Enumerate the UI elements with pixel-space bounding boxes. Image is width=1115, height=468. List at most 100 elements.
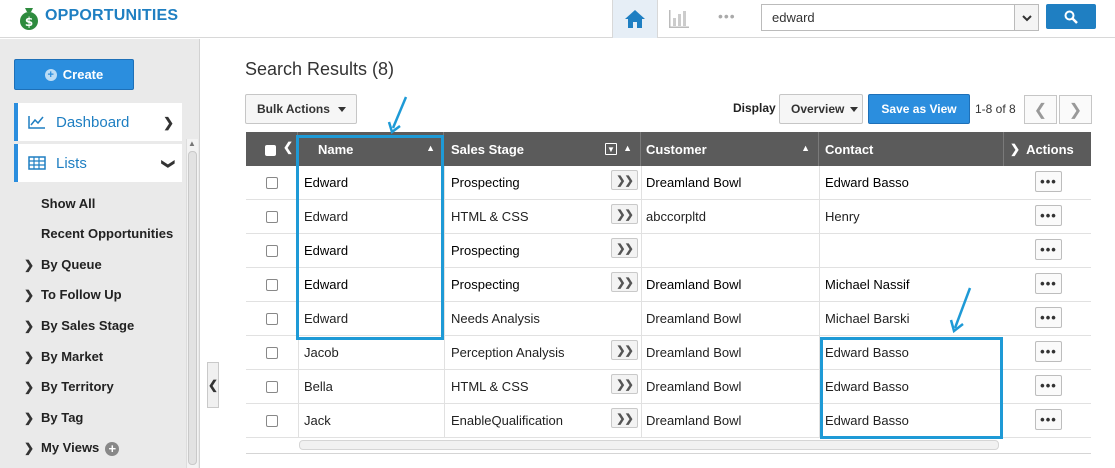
chevron-right-icon[interactable]: ❯ bbox=[1010, 142, 1020, 156]
chevron-right-icon: ❯ bbox=[24, 319, 35, 333]
column-divider bbox=[641, 166, 642, 438]
row-checkbox[interactable] bbox=[266, 177, 278, 189]
column-header-contact[interactable]: Contact bbox=[819, 132, 1004, 166]
row-actions-button[interactable]: ••• bbox=[1035, 375, 1062, 396]
sidebar-item-lists[interactable]: Lists ❯ bbox=[14, 144, 182, 182]
column-divider bbox=[444, 166, 445, 438]
search-dropdown-button[interactable] bbox=[1014, 5, 1038, 30]
advance-stage-button[interactable]: ❯❯ bbox=[611, 170, 638, 190]
cell-customer[interactable]: abccorpltd bbox=[646, 200, 816, 233]
double-chevron-right-icon: ❯❯ bbox=[616, 242, 633, 255]
row-checkbox[interactable] bbox=[266, 313, 278, 325]
save-as-view-button[interactable]: Save as View bbox=[868, 94, 970, 124]
advance-stage-button[interactable]: ❯❯ bbox=[611, 204, 638, 224]
cell-contact[interactable]: Edward Basso bbox=[825, 166, 1000, 199]
cell-customer[interactable]: Dreamland Bowl bbox=[646, 336, 816, 369]
sidebar-item-dashboard[interactable]: Dashboard ❯ bbox=[14, 103, 182, 141]
scroll-up-icon[interactable]: ▲ bbox=[188, 139, 196, 148]
advance-stage-button[interactable]: ❯❯ bbox=[611, 408, 638, 428]
column-header-sales-stage[interactable]: Sales Stage ▼ ▲ bbox=[444, 132, 641, 166]
table-bottom-border bbox=[246, 453, 1091, 454]
line-chart-icon bbox=[28, 116, 45, 129]
row-actions-button[interactable]: ••• bbox=[1035, 171, 1062, 192]
chevron-down-icon bbox=[1021, 14, 1032, 21]
more-dots-icon: ••• bbox=[1040, 242, 1057, 257]
advance-stage-button[interactable]: ❯❯ bbox=[611, 374, 638, 394]
double-chevron-right-icon: ❯❯ bbox=[616, 378, 633, 391]
cell-sales-stage: HTML & CSS bbox=[451, 209, 529, 224]
cell-customer[interactable]: Dreamland Bowl bbox=[646, 268, 816, 301]
filter-icon[interactable]: ▼ bbox=[605, 143, 617, 155]
row-checkbox[interactable] bbox=[266, 347, 278, 359]
bar-chart-icon[interactable] bbox=[668, 9, 690, 29]
row-checkbox[interactable] bbox=[266, 211, 278, 223]
row-checkbox[interactable] bbox=[266, 279, 278, 291]
cell-contact[interactable]: Henry bbox=[825, 200, 1000, 233]
cell-sales-stage: EnableQualification bbox=[451, 413, 564, 428]
cell-customer[interactable]: Dreamland Bowl bbox=[646, 302, 816, 335]
home-button[interactable] bbox=[612, 0, 658, 38]
sidebar-group-by-tag[interactable]: ❯ By Tag bbox=[24, 410, 83, 425]
more-dots-icon: ••• bbox=[1040, 344, 1057, 359]
search-button[interactable] bbox=[1046, 4, 1096, 29]
more-dots-icon[interactable]: ••• bbox=[718, 8, 736, 24]
cell-contact[interactable] bbox=[825, 234, 1000, 267]
row-checkbox[interactable] bbox=[266, 381, 278, 393]
sidebar-group-by-queue[interactable]: ❯ By Queue bbox=[24, 257, 102, 272]
create-button[interactable]: + Create bbox=[14, 59, 134, 90]
row-actions-button[interactable]: ••• bbox=[1035, 239, 1062, 260]
prev-page-button[interactable]: ❮ bbox=[1024, 95, 1057, 124]
cell-sales-stage: Prospecting bbox=[451, 175, 520, 190]
advance-stage-button[interactable]: ❯❯ bbox=[611, 238, 638, 258]
row-actions-button[interactable]: ••• bbox=[1035, 205, 1062, 226]
cell-customer[interactable] bbox=[646, 234, 816, 267]
sidebar-group-my-views[interactable]: ❯ My Views + bbox=[24, 440, 120, 456]
row-actions-button[interactable]: ••• bbox=[1035, 307, 1062, 328]
sidebar-group-to-follow-up[interactable]: ❯ To Follow Up bbox=[24, 287, 122, 302]
cell-customer[interactable]: Dreamland Bowl bbox=[646, 166, 816, 199]
advance-stage-button[interactable]: ❯❯ bbox=[611, 272, 638, 292]
row-actions-button[interactable]: ••• bbox=[1035, 409, 1062, 430]
cell-sales-stage: Perception Analysis bbox=[451, 345, 565, 360]
sidebar-subitem-show-all[interactable]: Show All bbox=[41, 196, 95, 211]
sidebar-group-by-sales-stage[interactable]: ❯ By Sales Stage bbox=[24, 318, 134, 333]
chevron-right-icon: ❯ bbox=[1068, 101, 1083, 119]
search-input[interactable] bbox=[762, 5, 1014, 30]
row-actions-button[interactable]: ••• bbox=[1035, 341, 1062, 362]
add-view-icon[interactable]: + bbox=[105, 442, 120, 456]
column-header-customer[interactable]: Customer ▲ bbox=[641, 132, 819, 166]
chevron-right-icon: ❯ bbox=[24, 350, 35, 364]
row-checkbox[interactable] bbox=[266, 415, 278, 427]
more-dots-icon: ••• bbox=[1040, 174, 1057, 189]
view-select[interactable]: Overview bbox=[779, 94, 863, 124]
row-checkbox[interactable] bbox=[266, 245, 278, 257]
chevron-left-icon: ❮ bbox=[1033, 101, 1048, 119]
sidebar-item-label: Lists bbox=[56, 154, 87, 172]
bulk-actions-button[interactable]: Bulk Actions bbox=[245, 94, 357, 124]
cell-customer[interactable]: Dreamland Bowl bbox=[646, 370, 816, 403]
chevron-right-icon: ❯ bbox=[24, 288, 35, 302]
sidebar-item-label: Dashboard bbox=[56, 113, 130, 131]
chevron-left-icon[interactable]: ❮ bbox=[283, 140, 293, 154]
cell-name[interactable]: Bella bbox=[304, 370, 444, 403]
advance-stage-button[interactable]: ❯❯ bbox=[611, 340, 638, 360]
sidebar-group-by-territory[interactable]: ❯ By Territory bbox=[24, 379, 114, 394]
collapse-sidebar-button[interactable]: ❮ bbox=[207, 362, 219, 408]
table-horizontal-scrollbar[interactable] bbox=[299, 440, 999, 450]
cell-customer[interactable]: Dreamland Bowl bbox=[646, 404, 816, 437]
chevron-right-icon: ❯ bbox=[24, 441, 35, 455]
search-icon bbox=[1064, 10, 1078, 24]
sort-asc-icon[interactable]: ▲ bbox=[623, 143, 632, 153]
cell-name[interactable]: Jacob bbox=[304, 336, 444, 369]
sidebar-group-by-market[interactable]: ❯ By Market bbox=[24, 349, 103, 364]
select-all-checkbox[interactable] bbox=[265, 145, 276, 156]
sidebar-scrollbar[interactable]: ▲ bbox=[186, 139, 198, 468]
create-label: Create bbox=[62, 67, 104, 82]
double-chevron-right-icon: ❯❯ bbox=[616, 208, 633, 221]
cell-name[interactable]: Jack bbox=[304, 404, 444, 437]
sort-asc-icon[interactable]: ▲ bbox=[801, 143, 810, 153]
sidebar-subitem-recent[interactable]: Recent Opportunities bbox=[41, 226, 173, 241]
row-actions-button[interactable]: ••• bbox=[1035, 273, 1062, 294]
scrollbar-thumb[interactable] bbox=[188, 151, 197, 465]
next-page-button[interactable]: ❯ bbox=[1059, 95, 1092, 124]
